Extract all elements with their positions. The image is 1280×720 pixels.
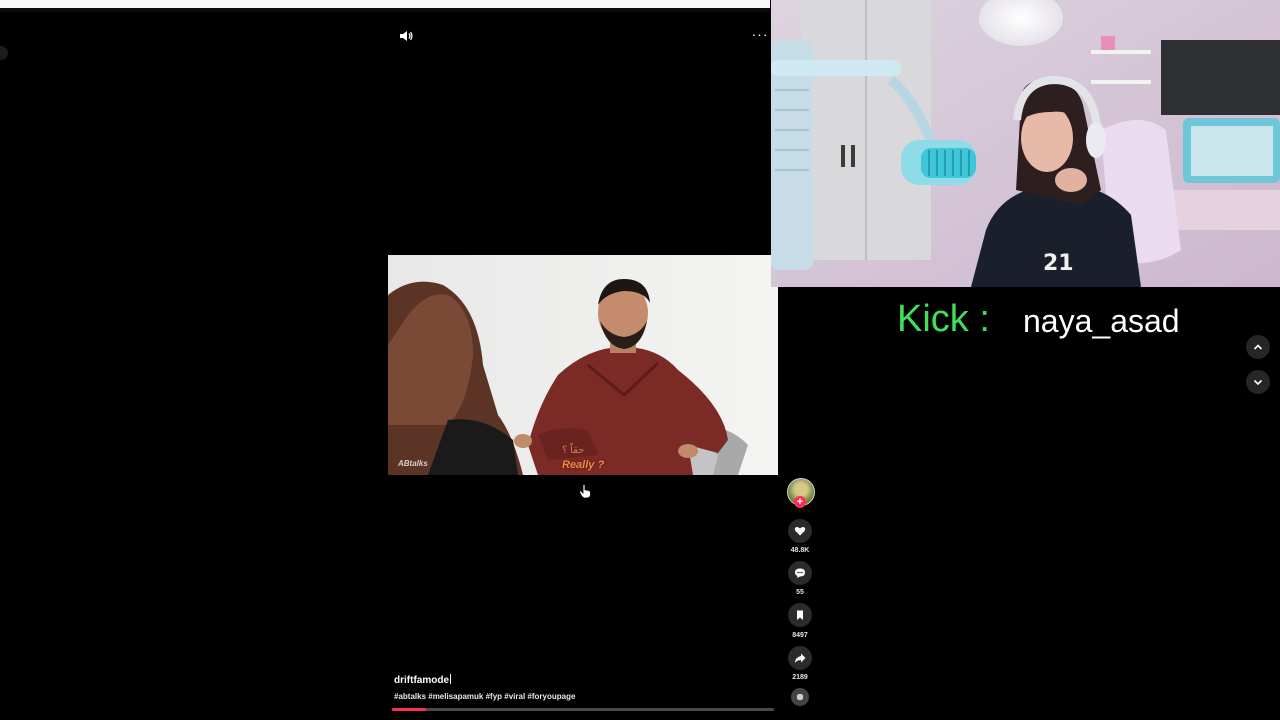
- chevron-up-icon: [1253, 344, 1263, 350]
- webcam-feed: 21: [771, 0, 1280, 287]
- browser-top-strip: [0, 0, 770, 8]
- next-video-button[interactable]: [1246, 370, 1270, 394]
- share-count: 2189: [792, 674, 808, 681]
- video-frame[interactable]: حقاً ؟ Really ? ABtalks: [388, 255, 778, 475]
- comment-count: 55: [796, 589, 804, 596]
- bookmark-icon: [797, 610, 803, 620]
- more-horizontal-icon: ···: [751, 26, 769, 42]
- save-button[interactable]: [788, 603, 812, 627]
- comment-button[interactable]: [788, 561, 812, 585]
- video-subtitle-arabic: حقاً ؟: [562, 445, 585, 456]
- heart-icon: [794, 526, 806, 536]
- previous-video-button[interactable]: [1246, 335, 1270, 359]
- hand-cursor-icon: [579, 484, 591, 498]
- more-options-button[interactable]: ···: [750, 26, 770, 42]
- caption-username[interactable]: driftfamode: [394, 674, 451, 686]
- comment-icon: [795, 568, 805, 578]
- video-subtitle-english: Really ?: [562, 459, 605, 471]
- video-player[interactable]: ··· حقاً ؟ Really ? ABtalks: [388, 12, 778, 720]
- webcam-image: 21: [771, 0, 1280, 287]
- kick-label: Kick :: [897, 298, 990, 340]
- screen: ··· حقاً ؟ Really ? ABtalks driftfamode …: [0, 0, 1280, 720]
- kick-channel-name: naya_asad: [1023, 303, 1180, 339]
- music-disc-icon[interactable]: [791, 688, 809, 706]
- share-button[interactable]: [788, 646, 812, 670]
- video-watermark: ABtalks: [398, 459, 428, 468]
- video-progress-fill: [392, 708, 427, 711]
- like-count: 48.8K: [790, 547, 810, 554]
- caption-hashtags[interactable]: #abtalks #melisapamuk #fyp #viral #foryo…: [394, 692, 575, 701]
- speaker-icon: [400, 31, 413, 41]
- volume-button[interactable]: [398, 28, 414, 44]
- save-count: 8497: [792, 632, 808, 639]
- video-progress-bar[interactable]: [392, 708, 774, 711]
- chevron-down-icon: [1253, 379, 1263, 386]
- follow-button[interactable]: +: [794, 496, 806, 508]
- video-still-image: [388, 255, 778, 475]
- like-button[interactable]: [788, 519, 812, 543]
- svg-text:21: 21: [1043, 251, 1074, 276]
- share-arrow-icon: [794, 653, 806, 663]
- side-handle[interactable]: [0, 46, 8, 60]
